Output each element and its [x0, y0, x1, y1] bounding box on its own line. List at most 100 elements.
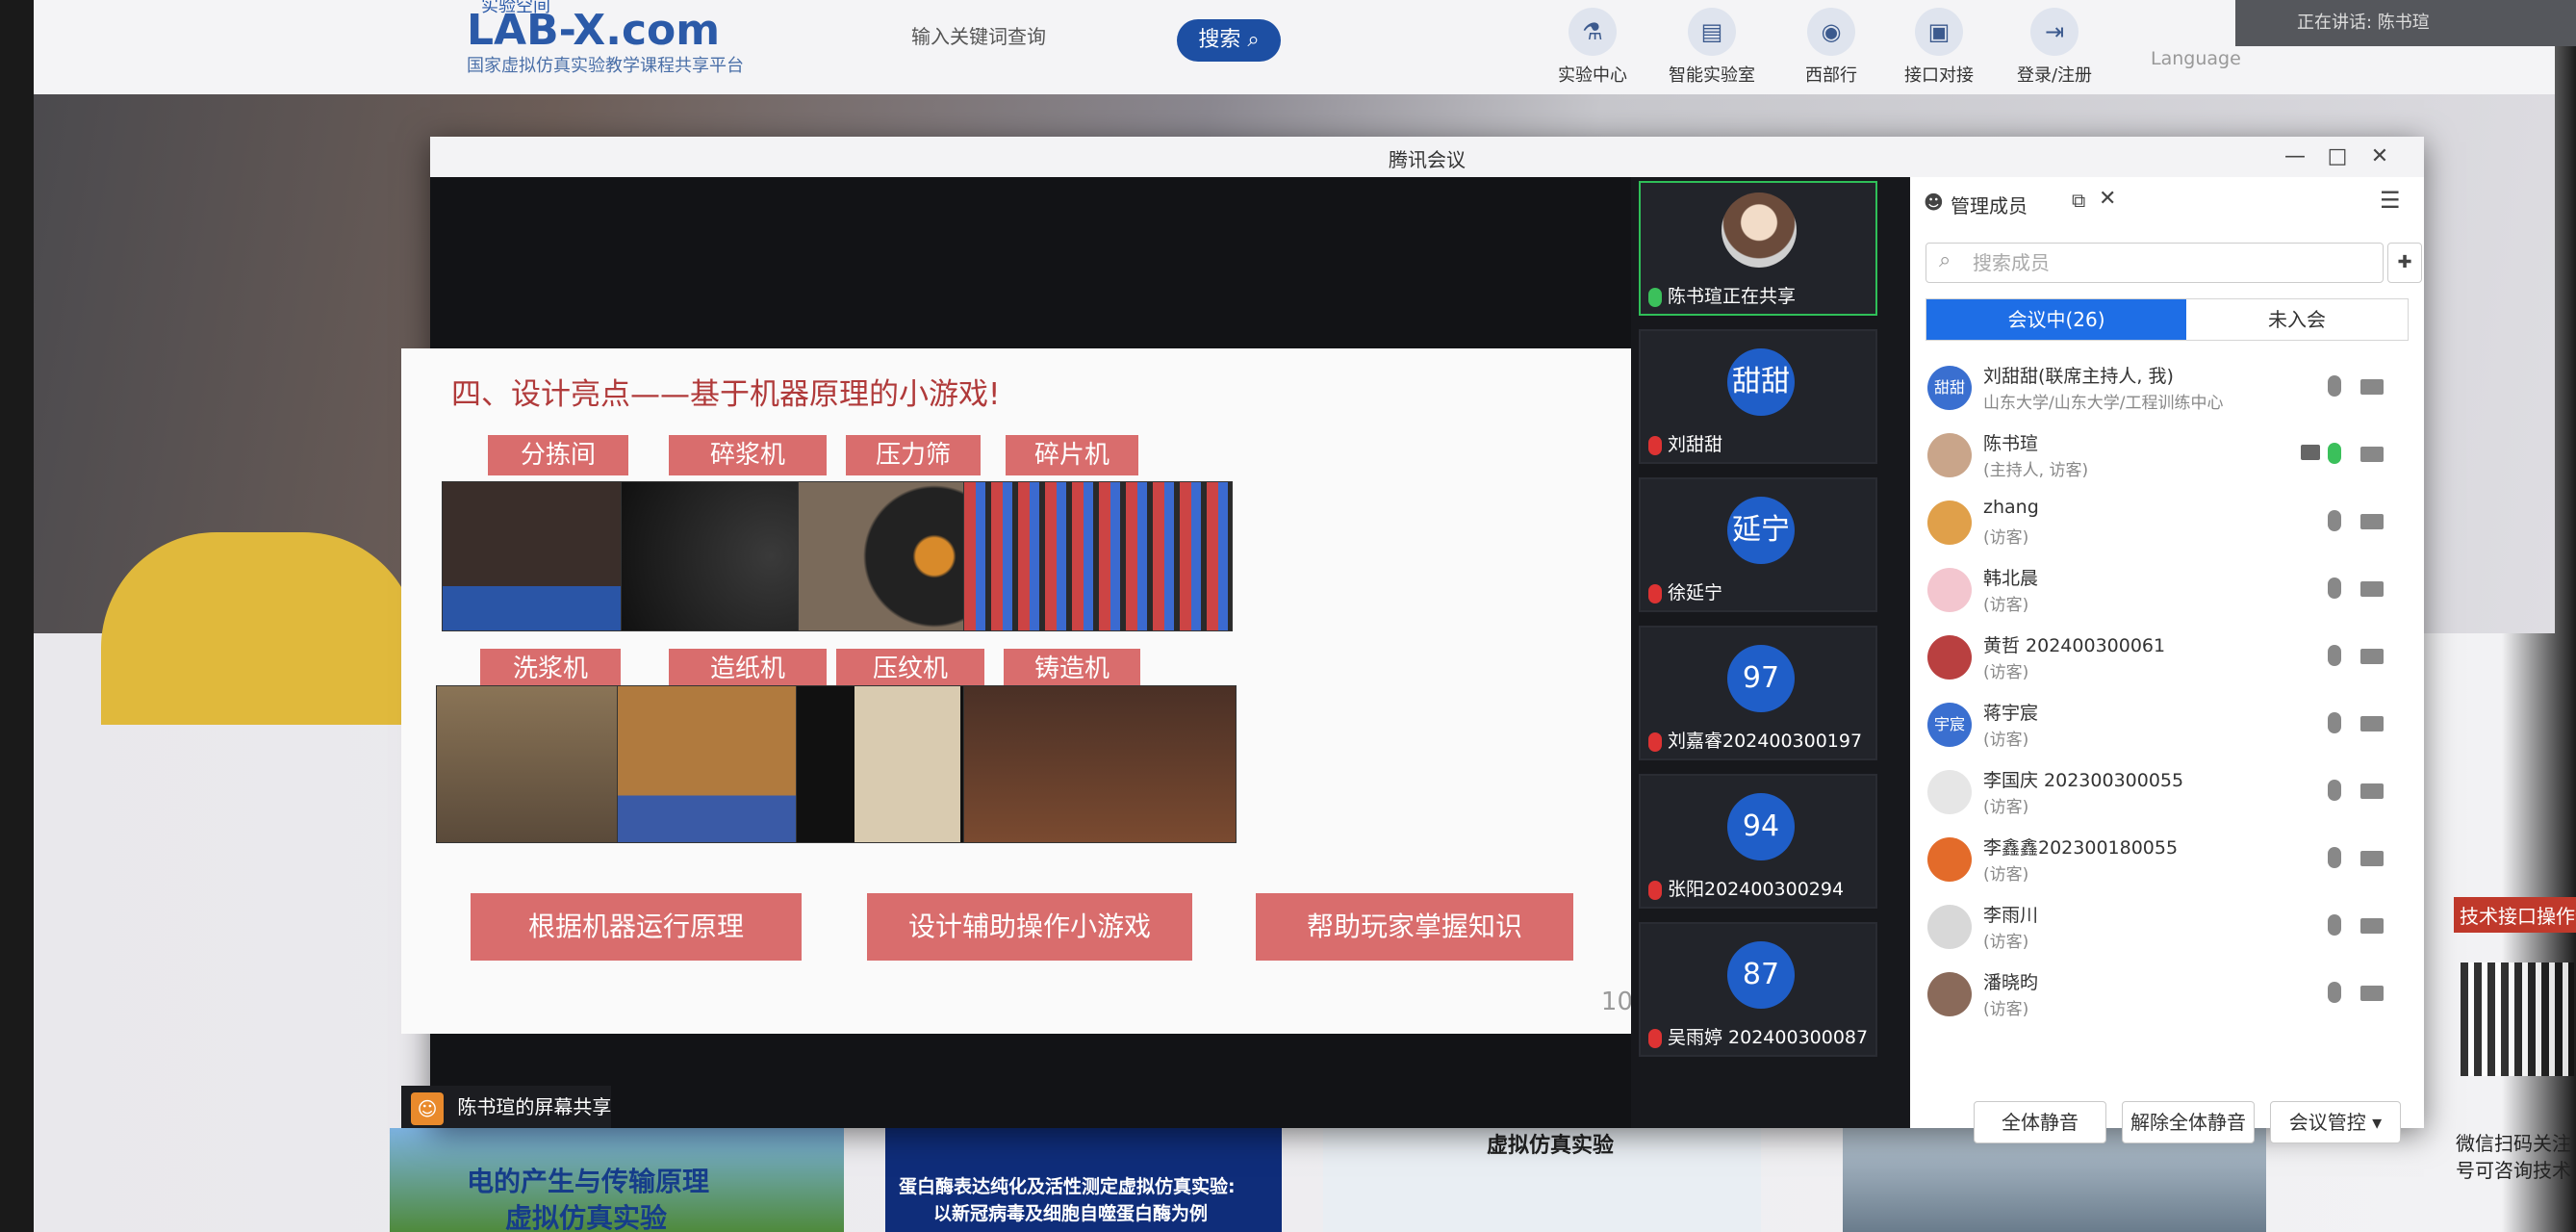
member-row[interactable]: 黄哲 202400300061 (访客) — [1920, 626, 2414, 689]
mic-muted-icon[interactable] — [2328, 712, 2341, 733]
speaking-banner: 正在讲话: 陈书瑄 — [2235, 0, 2576, 46]
tab-not-joined[interactable]: 未入会 — [2186, 299, 2408, 340]
avatar: 宇宸 — [1927, 703, 1972, 747]
add-user-icon: ✚ — [2397, 252, 2412, 272]
member-role: (访客) — [1983, 933, 2029, 952]
mic-muted-icon[interactable] — [2328, 780, 2341, 801]
camera-off-icon[interactable] — [2360, 918, 2384, 934]
camera-off-icon[interactable] — [2360, 514, 2384, 529]
nav-label: 登录/注册 — [2016, 65, 2093, 86]
window-titlebar[interactable]: 腾讯会议 — □ ✕ — [430, 137, 2424, 177]
mic-muted-icon — [1648, 732, 1662, 752]
member-row[interactable]: 宇宸 蒋宇宸 (访客) — [1920, 693, 2414, 757]
tile-name-text: 徐延宁 — [1668, 582, 1723, 603]
member-row[interactable]: 李雨川 (访客) — [1920, 895, 2414, 959]
nav-west[interactable]: ◉ 西部行 — [1773, 8, 1889, 87]
nav-interface[interactable]: ▣ 接口对接 — [1881, 8, 1997, 87]
camera-off-icon[interactable] — [2360, 783, 2384, 799]
member-name: 李国庆 202300300055 — [1983, 770, 2184, 791]
mic-muted-icon[interactable] — [2328, 510, 2341, 531]
camera-off-icon[interactable] — [2360, 447, 2384, 462]
mic-muted-icon[interactable] — [2328, 578, 2341, 599]
site-logo[interactable]: LAB-X.com — [467, 6, 720, 55]
member-row[interactable]: 李国庆 202300300055 (访客) — [1920, 760, 2414, 824]
camera-off-icon[interactable] — [2360, 379, 2384, 395]
avatar — [1927, 433, 1972, 477]
site-search-input[interactable]: 输入关键词查询 — [911, 21, 1046, 49]
camera-off-icon[interactable] — [2360, 716, 2384, 732]
member-row[interactable]: 甜甜 刘甜甜(联席主持人, 我) 山东大学/山东大学/工程训练中心 — [1920, 356, 2414, 420]
course-card[interactable]: 虚拟仿真实验 — [1323, 1128, 1761, 1232]
course-card[interactable] — [1843, 1128, 2266, 1232]
course-card-subtitle: 虚拟仿真实验 — [505, 1202, 668, 1232]
highlight-tag: 帮助玩家掌握知识 — [1256, 893, 1573, 961]
nav-label: 实验中心 — [1558, 65, 1627, 86]
search-icon: ⌕ — [1247, 28, 1260, 52]
member-search-input[interactable]: 搜索成员 — [1926, 243, 2384, 283]
site-search-button[interactable]: 搜索 ⌕ — [1177, 19, 1281, 62]
mic-muted-icon[interactable] — [2328, 914, 2341, 936]
interface-icon: ▣ — [1915, 8, 1963, 56]
hero-figure — [101, 532, 419, 725]
member-role: (访客) — [1983, 798, 2029, 817]
mic-muted-icon[interactable] — [2328, 847, 2341, 868]
member-row[interactable]: 李鑫鑫202300180055 (访客) — [1920, 828, 2414, 891]
user-icon: ☺ — [411, 1091, 444, 1125]
unmute-all-button[interactable]: 解除全体静音 — [2122, 1101, 2255, 1143]
camera-off-icon[interactable] — [2360, 581, 2384, 597]
close-icon[interactable]: ✕ — [2360, 141, 2399, 173]
member-row[interactable]: zhang (访客) — [1920, 491, 2414, 554]
course-card[interactable]: 蛋白酶表达纯化及活性测定虚拟仿真实验: 以新冠病毒及细胞自噬蛋白酶为例 — [885, 1128, 1282, 1232]
member-role: (访客) — [1983, 528, 2029, 548]
member-row[interactable]: 潘晓昀 (访客) — [1920, 962, 2414, 1026]
tech-interface-link[interactable]: 技术接口操作说 — [2454, 897, 2576, 933]
minimize-icon[interactable]: — — [2276, 141, 2314, 173]
language-switch[interactable]: Language — [2151, 48, 2241, 69]
close-icon[interactable]: ✕ — [2099, 187, 2116, 211]
mic-muted-icon[interactable] — [2328, 645, 2341, 666]
mic-muted-icon — [1648, 880, 1662, 900]
member-name: 韩北晨 — [1983, 568, 2039, 589]
screen-share-icon — [2301, 445, 2320, 460]
menu-icon[interactable]: ☰ — [2380, 187, 2401, 214]
nav-lab-center[interactable]: ⚗ 实验中心 — [1535, 8, 1650, 87]
site-search-button-label: 搜索 — [1198, 28, 1241, 52]
nav-label: 西部行 — [1805, 65, 1857, 86]
member-row[interactable]: 韩北晨 (访客) — [1920, 558, 2414, 622]
nav-login[interactable]: ⇥ 登录/注册 — [1997, 8, 2112, 87]
video-tile[interactable]: 97 刘嘉睿202400300197 — [1639, 626, 1877, 760]
video-tile[interactable]: 94 张阳202400300294 — [1639, 774, 1877, 909]
video-tile[interactable]: 87 吴雨婷 202400300087 — [1639, 922, 1877, 1057]
game-label: 洗浆机 — [480, 649, 621, 689]
camera-off-icon[interactable] — [2360, 851, 2384, 866]
camera-off-icon[interactable] — [2360, 649, 2384, 664]
mute-all-button[interactable]: 全体静音 — [1974, 1101, 2106, 1143]
member-row[interactable]: 陈书瑄 (主持人, 访客) — [1920, 424, 2414, 487]
tab-in-meeting[interactable]: 会议中(26) — [1926, 299, 2186, 340]
slide-title: 四、设计亮点——基于机器原理的小游戏! — [451, 377, 1001, 412]
game-label: 压力筛 — [846, 435, 981, 475]
course-card[interactable]: 电的产生与传输原理 虚拟仿真实验 — [390, 1128, 844, 1232]
meeting-control-button[interactable]: 会议管控 ▾ — [2270, 1101, 2401, 1143]
camera-off-icon[interactable] — [2360, 986, 2384, 1001]
video-tile[interactable]: 甜甜 刘甜甜 — [1639, 329, 1877, 464]
game-thumbnail — [963, 481, 1233, 631]
members-panel: ☻ 管理成员 ⧉ ✕ ☰ 搜索成员 ⌕ ✚ 会议中(26) 未入会 甜甜 刘甜甜(… — [1910, 177, 2424, 1143]
search-icon: ⌕ — [1939, 248, 1951, 272]
avatar — [1927, 500, 1972, 545]
member-name: 潘晓昀 — [1983, 972, 2039, 993]
mic-muted-icon[interactable] — [2328, 982, 2341, 1003]
mic-muted-icon[interactable] — [2328, 375, 2341, 397]
game-thumbnail — [963, 685, 1237, 843]
invite-member-button[interactable]: ✚ — [2387, 243, 2422, 283]
video-tile[interactable]: 陈书瑄正在共享 — [1639, 181, 1877, 316]
mic-muted-icon — [1648, 1028, 1662, 1048]
video-tile[interactable]: 延宁 徐延宁 — [1639, 477, 1877, 612]
avatar: 甜甜 — [1927, 366, 1972, 410]
tile-name: 刘嘉睿202400300197 — [1648, 727, 1862, 753]
popout-icon[interactable]: ⧉ — [2072, 189, 2085, 212]
maximize-icon[interactable]: □ — [2318, 141, 2357, 173]
mic-icon[interactable] — [2328, 443, 2341, 464]
screen-share-label: ☺ 陈书瑄的屏幕共享 — [401, 1086, 612, 1128]
nav-smart-lab[interactable]: ▤ 智能实验室 — [1654, 8, 1770, 87]
